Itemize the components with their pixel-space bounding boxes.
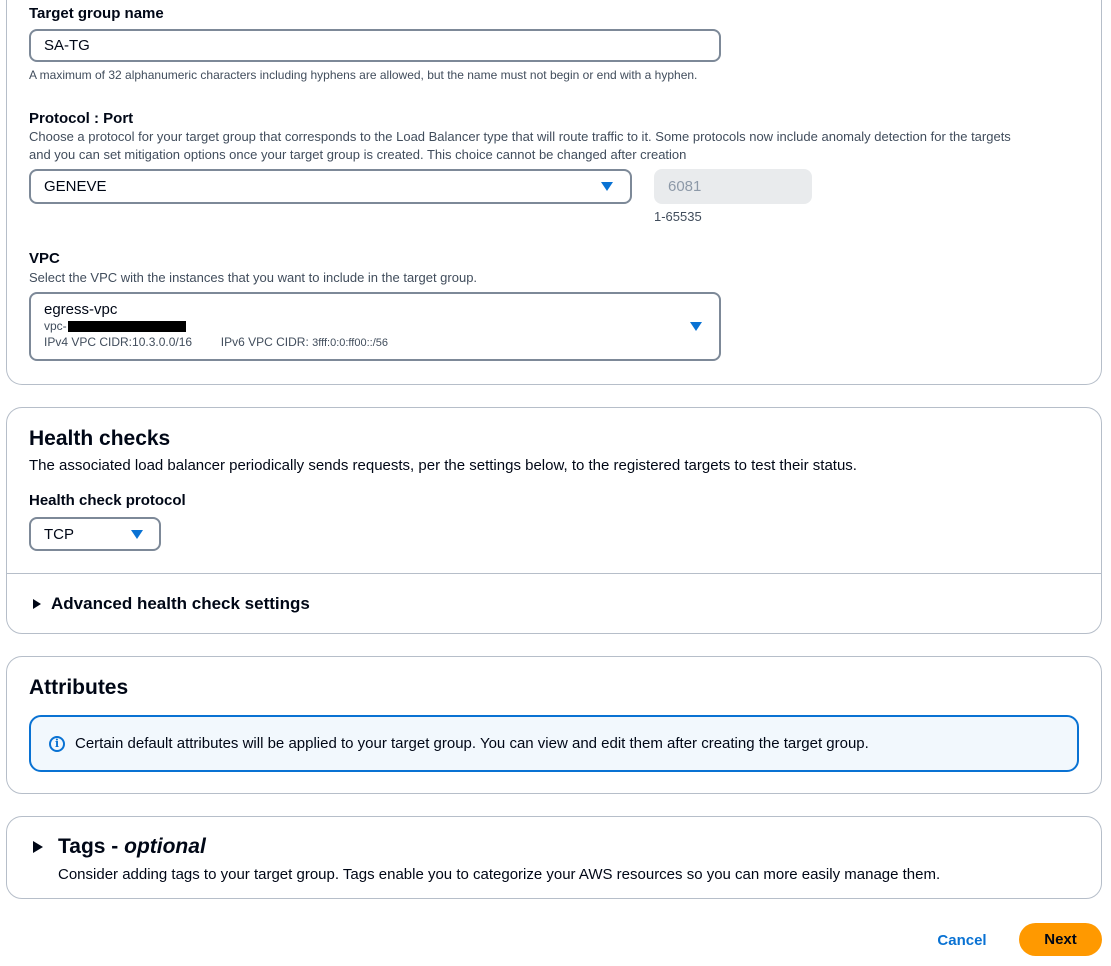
port-range-hint: 1-65535 <box>654 209 702 224</box>
tags-desc: Consider adding tags to your target grou… <box>58 866 941 883</box>
vpc-label: VPC <box>29 250 60 267</box>
port-input[interactable]: 6081 <box>654 169 812 204</box>
health-checks-title: Health checks <box>29 427 171 450</box>
target-group-name-input[interactable]: SA-TG <box>29 29 721 62</box>
attributes-info-alert: i Certain default attributes will be app… <box>29 715 1079 772</box>
vpc-cidrs: IPv4 VPC CIDR:10.3.0.0/16 IPv6 VPC CIDR:… <box>44 333 719 352</box>
chevron-down-icon <box>690 322 702 331</box>
health-checks-panel: Health checks The associated load balanc… <box>6 407 1102 634</box>
protocol-port-desc-line1: Choose a protocol for your target group … <box>29 129 1011 144</box>
attributes-info-text: Certain default attributes will be appli… <box>75 735 869 752</box>
tags-panel: Tags - optional Consider adding tags to … <box>6 816 1102 899</box>
tags-title-optional: optional <box>124 835 206 858</box>
health-checks-desc: The associated load balancer periodicall… <box>29 457 857 474</box>
vpc-ipv4-cidr: IPv4 VPC CIDR:10.3.0.0/16 <box>44 335 193 349</box>
redacted-vpc-id <box>67 321 186 333</box>
vpc-name: egress-vpc <box>44 301 118 318</box>
next-button[interactable]: Next <box>1019 923 1102 956</box>
vpc-desc: Select the VPC with the instances that y… <box>29 270 478 285</box>
target-group-name-hint: A maximum of 32 alphanumeric characters … <box>29 68 698 82</box>
vpc-ipv6-cidr-label: IPv6 VPC CIDR: <box>220 335 309 349</box>
vpc-id-prefix: vpc- <box>44 319 67 333</box>
vpc-select[interactable]: egress-vpc vpc- IPv4 VPC CIDR:10.3.0.0/1… <box>29 292 721 361</box>
port-input-value: 6081 <box>668 178 702 195</box>
tags-title: Tags - <box>58 835 125 858</box>
caret-right-icon <box>33 841 43 853</box>
cancel-button[interactable]: Cancel <box>926 925 998 955</box>
basic-config-panel: Target group name SA-TG A maximum of 32 … <box>6 0 1102 385</box>
vpc-id: vpc- <box>44 319 719 333</box>
health-check-protocol-select[interactable]: TCP <box>29 517 161 551</box>
advanced-health-check-label: Advanced health check settings <box>51 594 310 613</box>
protocol-port-desc-line2: and you can set mitigation options once … <box>29 147 687 162</box>
attributes-title: Attributes <box>29 676 129 699</box>
chevron-down-icon <box>601 182 613 191</box>
protocol-select[interactable]: GENEVE <box>29 169 632 204</box>
vpc-ipv6-cidr-value: 3fff:0:0:ff00::/56 <box>312 337 388 349</box>
advanced-health-check-expander[interactable]: Advanced health check settings <box>33 594 310 614</box>
health-check-protocol-value: TCP <box>44 525 74 543</box>
divider <box>7 573 1101 574</box>
target-group-name-value: SA-TG <box>44 37 90 54</box>
info-icon: i <box>49 735 65 752</box>
tags-expander[interactable]: Tags - optional <box>33 835 206 859</box>
chevron-down-icon <box>131 530 143 539</box>
target-group-name-label: Target group name <box>29 5 164 22</box>
protocol-port-label: Protocol : Port <box>29 110 134 127</box>
caret-right-icon <box>33 599 41 609</box>
protocol-select-value: GENEVE <box>44 178 107 195</box>
attributes-panel: Attributes i Certain default attributes … <box>6 656 1102 794</box>
health-check-protocol-label: Health check protocol <box>29 492 186 509</box>
